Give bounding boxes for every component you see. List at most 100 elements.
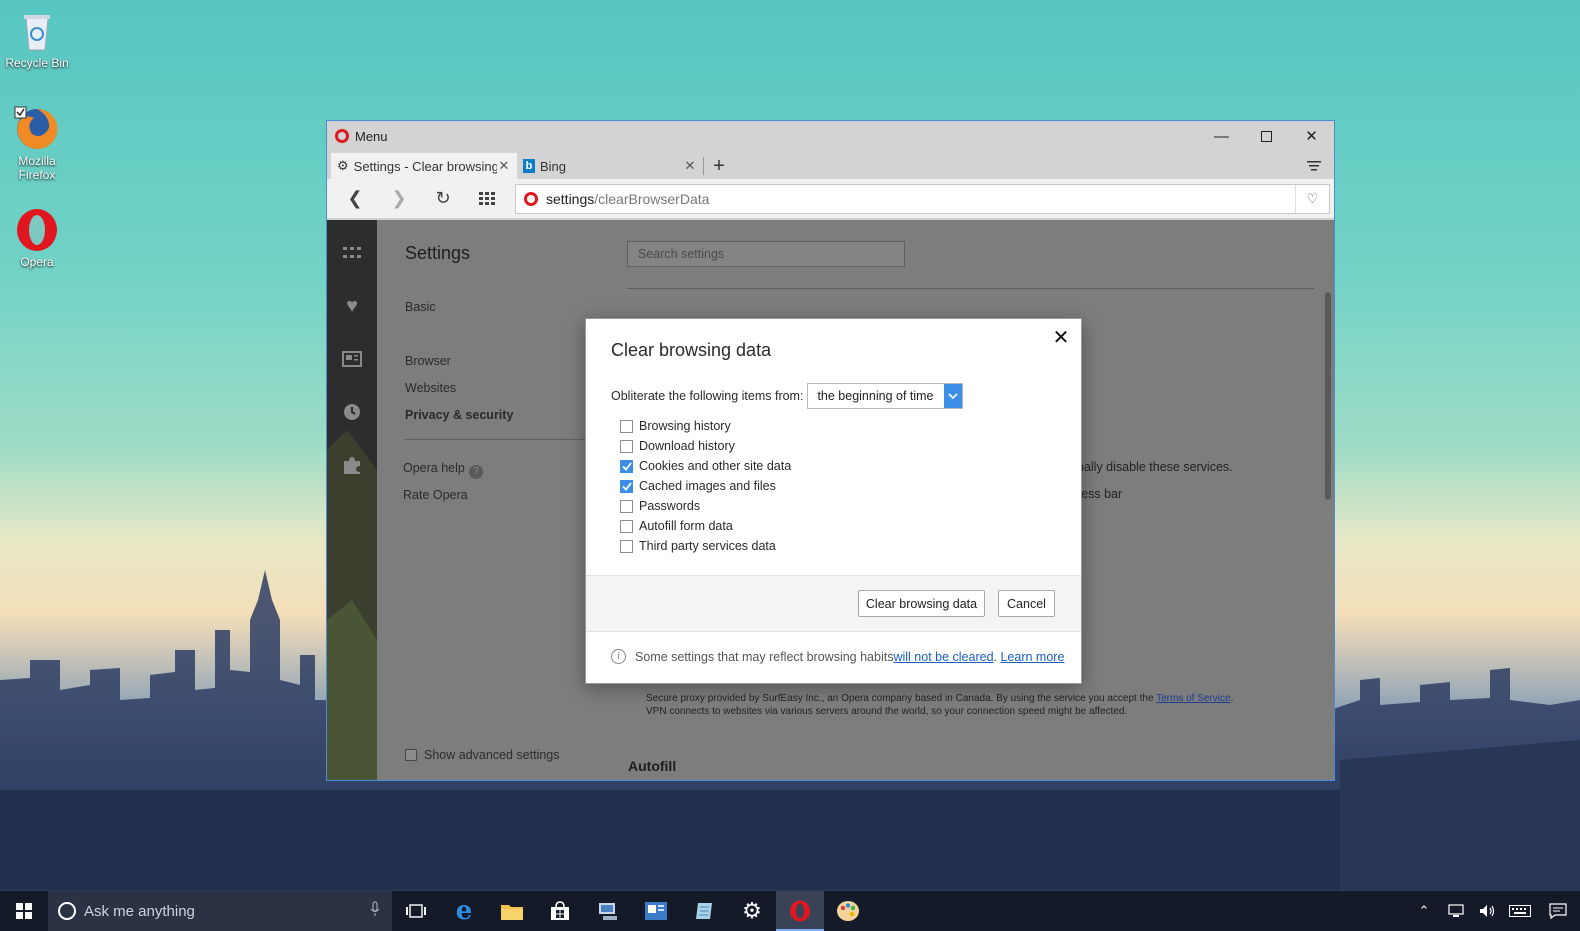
mail-app-icon <box>645 902 667 920</box>
checkbox[interactable] <box>620 499 633 513</box>
taskbar-notepad[interactable] <box>680 891 728 931</box>
bookmark-heart-button[interactable]: ♡ <box>1295 184 1329 213</box>
nav-rate-opera[interactable]: Rate Opera <box>403 488 468 502</box>
time-range-row: Obliterate the following items from: the… <box>611 383 964 409</box>
new-tab-button[interactable]: + <box>704 153 734 179</box>
heart-icon: ♥ <box>346 294 358 317</box>
option-label: Autofill form data <box>639 519 733 533</box>
taskbar-file-explorer[interactable] <box>488 891 536 931</box>
edge-icon: e <box>455 896 473 926</box>
reload-icon: ↻ <box>435 188 451 208</box>
option-label: Third party services data <box>639 539 776 553</box>
settings-navigation: Settings Basic Browser Websites Privacy … <box>377 220 607 780</box>
close-icon: ✕ <box>1052 327 1070 349</box>
opera-badge-icon <box>524 191 538 206</box>
desktop-icon-recycle-bin[interactable]: Recycle Bin <box>0 8 74 70</box>
sidebar-bookmarks[interactable]: ♥ <box>327 291 377 321</box>
forward-arrow-icon: ❯ <box>391 188 407 208</box>
option-cached-images[interactable]: Cached images and files <box>620 476 791 496</box>
minimize-button[interactable]: — <box>1199 121 1244 151</box>
back-arrow-icon: ❮ <box>347 188 363 208</box>
notepad-icon <box>696 903 712 919</box>
reload-button[interactable]: ↻ <box>421 183 465 215</box>
nav-opera-help[interactable]: Opera help? <box>403 461 483 479</box>
option-third-party[interactable]: Third party services data <box>620 536 791 556</box>
option-autofill[interactable]: Autofill form data <box>620 516 791 536</box>
taskbar-store[interactable] <box>536 891 584 931</box>
nav-privacy-security[interactable]: Privacy & security <box>405 408 513 422</box>
tray-keyboard[interactable] <box>1504 891 1536 931</box>
address-bar[interactable]: settings /clearBrowserData ♡ <box>515 183 1330 214</box>
learn-more-link[interactable]: Learn more <box>1000 650 1064 664</box>
sidebar-history[interactable] <box>327 397 377 427</box>
desktop-icon-label: Recycle Bin <box>5 56 69 70</box>
show-advanced-checkbox[interactable] <box>405 749 417 761</box>
show-advanced-settings[interactable]: Show advanced settings <box>405 748 560 762</box>
dialog-title: Clear browsing data <box>611 340 772 360</box>
option-passwords[interactable]: Passwords <box>620 496 791 516</box>
puzzle-icon <box>344 457 360 474</box>
action-center-button[interactable] <box>1536 891 1580 931</box>
time-range-select[interactable]: the beginning of time <box>807 383 964 409</box>
option-download-history[interactable]: Download history <box>620 436 791 456</box>
scrollbar[interactable] <box>1325 292 1331 500</box>
desktop-icon-firefox[interactable]: Mozilla Firefox <box>0 106 74 182</box>
close-window-button[interactable]: ✕ <box>1289 121 1334 151</box>
tab-menu-button[interactable] <box>1294 153 1334 179</box>
tab-bing[interactable]: b Bing ✕ <box>517 153 703 179</box>
checkbox-checked[interactable] <box>620 479 633 493</box>
checkbox[interactable] <box>620 419 633 433</box>
sidebar-extensions[interactable] <box>327 450 377 480</box>
speed-dial-button[interactable] <box>465 183 509 215</box>
taskbar-edge[interactable]: e <box>440 891 488 931</box>
option-browsing-history[interactable]: Browsing history <box>620 416 791 436</box>
nav-basic[interactable]: Basic <box>405 300 436 314</box>
apps-icon <box>343 247 361 258</box>
taskbar-paint[interactable] <box>824 891 872 931</box>
gear-icon: ⚙ <box>337 158 349 173</box>
tray-network[interactable] <box>1440 891 1472 931</box>
back-button[interactable]: ❮ <box>333 183 377 215</box>
tray-overflow-button[interactable]: ⌃ <box>1408 891 1440 931</box>
taskbar-settings[interactable]: ⚙ <box>728 891 776 931</box>
opera-menu-button[interactable]: Menu <box>355 129 388 144</box>
task-view-button[interactable] <box>392 891 440 931</box>
info-icon: i <box>611 649 626 664</box>
terms-of-service-link[interactable]: Terms of Service <box>1156 693 1230 704</box>
checkbox[interactable] <box>620 439 633 453</box>
forward-button[interactable]: ❯ <box>377 183 421 215</box>
desktop-icon-label: Mozilla Firefox <box>18 154 56 182</box>
sidebar-speed-dial[interactable] <box>327 238 377 268</box>
start-button[interactable] <box>0 891 48 931</box>
desktop-icon-opera[interactable]: Opera <box>0 207 74 269</box>
keyboard-icon <box>1509 905 1531 917</box>
search-settings-input[interactable]: Search settings <box>627 241 905 267</box>
will-not-be-cleared-link[interactable]: will not be cleared <box>893 650 993 664</box>
tab-settings[interactable]: ⚙ Settings - Clear browsing d ✕ <box>331 153 517 179</box>
tab-close-button[interactable]: ✕ <box>497 158 511 174</box>
cortana-search-box[interactable]: Ask me anything <box>48 891 392 931</box>
sidebar-news[interactable] <box>327 344 377 374</box>
option-cookies[interactable]: Cookies and other site data <box>620 456 791 476</box>
cancel-button[interactable]: Cancel <box>998 590 1055 617</box>
taskbar-network-app[interactable] <box>584 891 632 931</box>
taskbar-outlook[interactable] <box>632 891 680 931</box>
taskbar-opera[interactable] <box>776 891 824 931</box>
checkbox[interactable] <box>620 539 633 553</box>
dialog-close-button[interactable]: ✕ <box>1051 328 1071 348</box>
microphone-icon[interactable] <box>370 901 380 921</box>
nav-websites[interactable]: Websites <box>405 381 456 395</box>
checkbox-checked[interactable] <box>620 459 633 473</box>
nav-browser[interactable]: Browser <box>405 354 451 368</box>
tab-close-button[interactable]: ✕ <box>683 158 697 174</box>
autofill-heading: Autofill <box>628 758 677 774</box>
clear-browsing-data-button[interactable]: Clear browsing data <box>858 590 985 617</box>
taskbar: Ask me anything e ⚙ ⌃ <box>0 891 1580 931</box>
maximize-button[interactable] <box>1244 121 1289 151</box>
tray-volume[interactable] <box>1472 891 1504 931</box>
checkbox[interactable] <box>620 519 633 533</box>
info-separator: . <box>993 649 1001 664</box>
network-icon <box>1448 904 1464 917</box>
data-type-list: Browsing history Download history Cookie… <box>620 416 791 556</box>
option-label: Cookies and other site data <box>639 459 792 473</box>
